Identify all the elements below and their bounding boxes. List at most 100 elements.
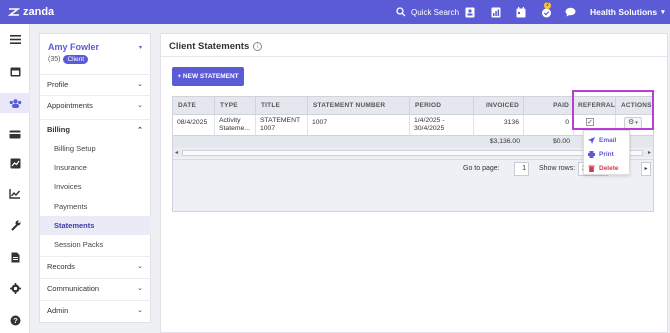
chevron-down-icon: ⌄: [137, 285, 143, 292]
scroll-right-icon[interactable]: ▸: [648, 149, 651, 156]
col-header-title[interactable]: TITLE: [256, 97, 308, 115]
chevron-down-icon: ⌄: [137, 81, 143, 88]
cell-type: Activity Stateme...: [215, 115, 256, 136]
notification-badge: 2: [544, 2, 551, 9]
col-header-actions: ACTIONS: [616, 97, 653, 115]
clients-nav-icon[interactable]: [0, 93, 30, 113]
goto-page-label: Go to page:: [463, 165, 500, 172]
print-icon: [588, 150, 595, 158]
chevron-up-icon: ⌃: [137, 127, 143, 134]
help-nav-icon[interactable]: ?: [9, 314, 21, 326]
settings-nav-icon[interactable]: [9, 282, 21, 294]
client-id: (35): [48, 56, 61, 63]
nav-communication-label: Communication: [47, 283, 100, 293]
actions-dropdown-button[interactable]: ⚙ ▾: [624, 117, 642, 129]
nav-payments[interactable]: Payments: [40, 197, 151, 216]
contacts-icon[interactable]: [464, 6, 476, 18]
nav-billing-setup[interactable]: Billing Setup: [40, 139, 151, 158]
top-bar: zanda Quick Search 2 Health Solutions ▾: [0, 0, 670, 24]
nav-billing[interactable]: Billing ⌃: [40, 119, 151, 138]
calendar-nav-icon[interactable]: [9, 65, 21, 77]
col-header-type[interactable]: TYPE: [215, 97, 256, 115]
billing-nav-icon[interactable]: [9, 128, 21, 140]
chevron-down-icon: ⌄: [137, 263, 143, 270]
next-page-button[interactable]: ▸: [641, 162, 651, 176]
quick-search-label: Quick Search: [411, 7, 460, 17]
menu-icon[interactable]: [9, 33, 21, 45]
nav-appointments-label: Appointments: [47, 100, 93, 110]
nav-records-label: Records: [47, 261, 75, 271]
page-title-text: Client Statements: [169, 41, 250, 52]
client-type-badge: Client: [63, 55, 89, 64]
statements-panel: Client Statements i + NEW STATEMENT DATE…: [160, 33, 668, 333]
reports-nav-icon[interactable]: [9, 157, 21, 169]
col-header-date[interactable]: DATE: [173, 97, 215, 115]
client-name[interactable]: Amy Fowler: [48, 42, 99, 52]
nav-admin-label: Admin: [47, 305, 69, 315]
quick-search[interactable]: Quick Search: [396, 0, 459, 24]
nav-billing-label: Billing: [47, 124, 70, 134]
nav-appointments[interactable]: Appointments ⌄: [40, 95, 151, 114]
scroll-left-icon[interactable]: ◂: [175, 149, 178, 156]
svg-text:?: ?: [13, 316, 18, 325]
client-meta: (35) Client: [48, 55, 89, 64]
app-logo[interactable]: zanda: [8, 6, 54, 18]
col-header-paid[interactable]: PAID: [524, 97, 574, 115]
menu-item-delete[interactable]: Delete: [588, 162, 619, 174]
chevron-down-icon: ▾: [661, 9, 665, 16]
chart-icon[interactable]: [490, 6, 502, 18]
col-header-invoiced[interactable]: INVOICED: [474, 97, 524, 115]
nav-records[interactable]: Records ⌄: [40, 256, 151, 275]
referral-checkbox[interactable]: ✓: [586, 118, 594, 126]
goto-page-input[interactable]: 1: [514, 162, 529, 176]
cell-title: STATEMENT 1007: [256, 115, 308, 136]
calendar-icon[interactable]: [515, 6, 527, 18]
pagination: Go to page: 1 Show rows: 20 ▸: [173, 159, 653, 181]
gear-icon: ⚙: [628, 119, 635, 126]
divider: [161, 56, 667, 57]
new-statement-button[interactable]: + NEW STATEMENT: [172, 67, 244, 86]
horizontal-scrollbar[interactable]: ◂ ▸: [173, 149, 653, 157]
search-icon: [396, 7, 406, 17]
trash-icon: [588, 165, 595, 172]
totals-row-spacer: [173, 136, 474, 148]
cell-invoiced: 3136: [474, 115, 524, 136]
organization-menu[interactable]: Health Solutions ▾: [590, 0, 665, 24]
col-header-period[interactable]: PERIOD: [410, 97, 474, 115]
chevron-down-icon: ▾: [635, 120, 638, 126]
nav-statements[interactable]: Statements: [40, 216, 151, 235]
info-icon[interactable]: i: [253, 42, 263, 51]
nav-profile[interactable]: Profile ⌄: [40, 74, 151, 93]
chevron-down-icon: ⌄: [137, 307, 143, 314]
total-invoiced: $3,136.00: [474, 136, 524, 148]
col-header-referral[interactable]: REFERRAL: [574, 97, 616, 115]
nav-admin[interactable]: Admin ⌄: [40, 300, 151, 319]
nav-communication[interactable]: Communication ⌄: [40, 278, 151, 297]
menu-item-delete-label: Delete: [599, 164, 619, 172]
actions-menu: Email Print Delete: [583, 130, 630, 175]
cell-period: 1/4/2025 - 30/4/2025: [410, 115, 474, 136]
chat-icon[interactable]: [564, 6, 576, 18]
chevron-down-icon[interactable]: ▾: [139, 44, 142, 51]
menu-item-email[interactable]: Email: [588, 134, 616, 146]
nav-invoices[interactable]: Invoices: [40, 177, 151, 196]
organization-name: Health Solutions: [590, 7, 658, 17]
zanda-logo-icon: [8, 8, 20, 16]
nav-session-packs[interactable]: Session Packs: [40, 235, 151, 254]
total-paid: $0.00: [524, 136, 574, 148]
tools-nav-icon[interactable]: [9, 219, 21, 231]
icon-rail: ?: [0, 24, 30, 333]
documents-nav-icon[interactable]: [9, 251, 21, 263]
menu-item-email-label: Email: [599, 136, 617, 144]
nav-insurance[interactable]: Insurance: [40, 158, 151, 177]
col-header-statement-number[interactable]: STATEMENT NUMBER: [308, 97, 410, 115]
logo-text: zanda: [23, 6, 55, 18]
cell-paid: 0: [524, 115, 574, 136]
chevron-down-icon: ⌄: [137, 102, 143, 109]
cell-date: 08/4/2025: [173, 115, 215, 136]
analytics-nav-icon[interactable]: [9, 188, 21, 200]
cell-statement-number: 1007: [308, 115, 410, 136]
menu-item-print[interactable]: Print: [588, 148, 614, 160]
scrollbar-thumb[interactable]: [182, 150, 643, 156]
show-rows-label: Show rows:: [539, 165, 576, 172]
